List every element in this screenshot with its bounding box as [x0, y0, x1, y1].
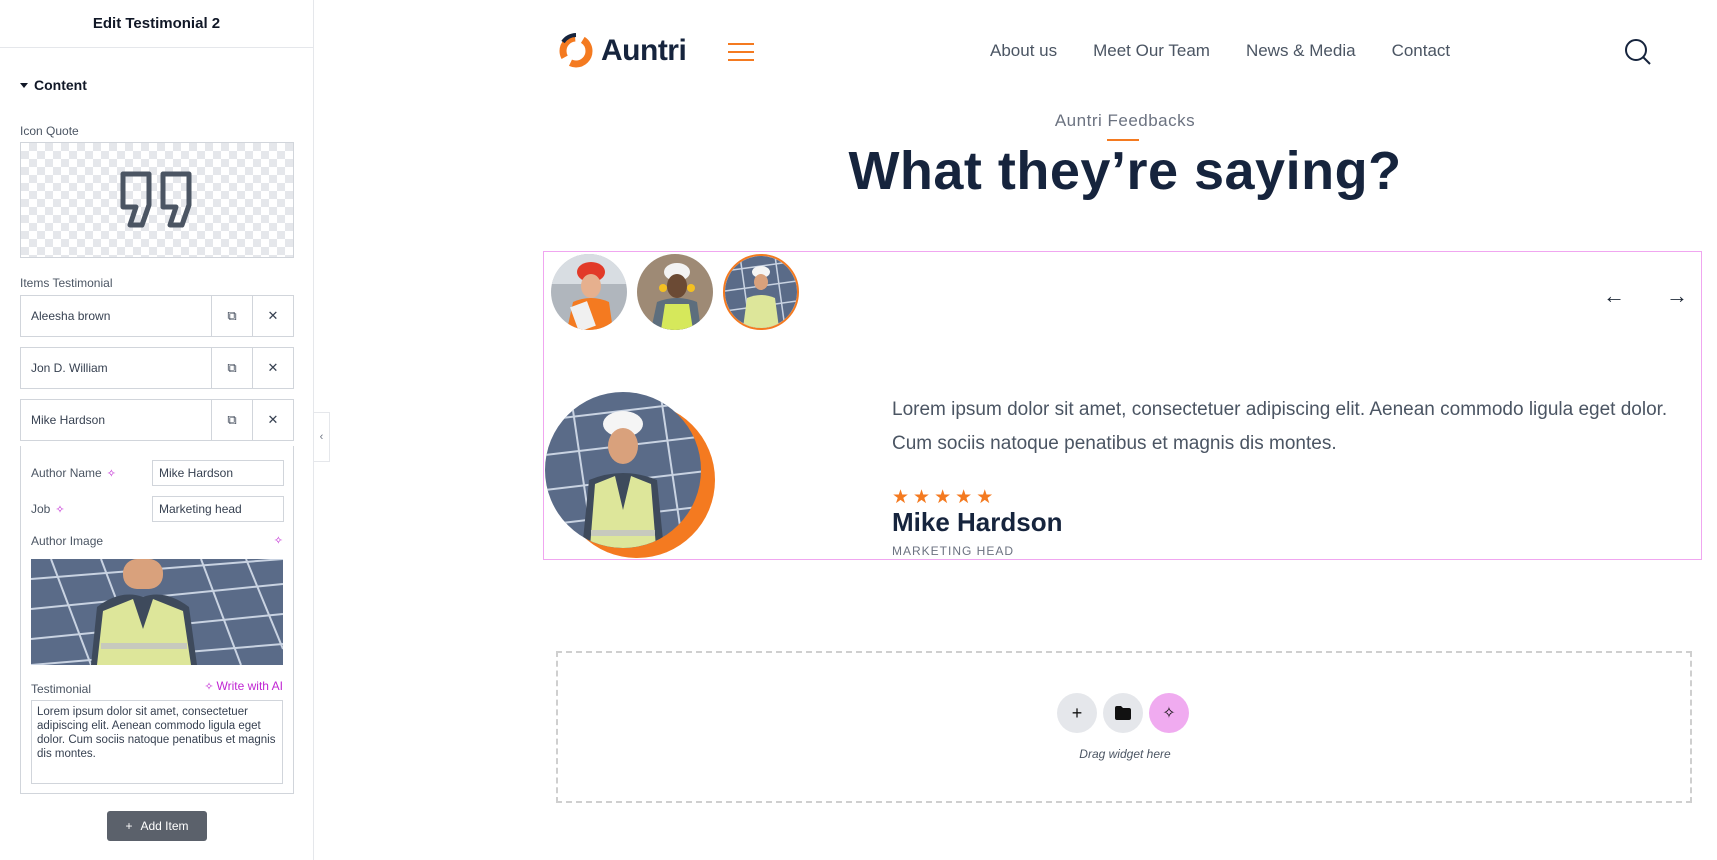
testimonial-label: Testimonial	[31, 682, 92, 696]
author-image-preview[interactable]	[31, 559, 283, 665]
testimonial-author-job: MARKETING HEAD	[892, 544, 1015, 558]
write-with-ai-label: Write with AI	[216, 679, 283, 693]
star-icon: ★	[934, 487, 953, 508]
testimonial-author-name: Mike Hardson	[892, 507, 1063, 537]
quote-icon	[120, 171, 192, 228]
ai-sparkle-icon: ✧	[204, 680, 214, 693]
testimonial-textarea[interactable]: Lorem ipsum dolor sit amet, consectetuer…	[31, 700, 283, 784]
author-main-avatar	[545, 392, 715, 558]
ai-sparkle-icon[interactable]: ✧	[55, 503, 64, 516]
job-label: Job ✧	[31, 502, 65, 516]
author-name-field[interactable]	[152, 460, 284, 486]
job-field[interactable]	[152, 496, 284, 522]
testimonial-quote: Lorem ipsum dolor sit amet, consectetuer…	[892, 399, 1668, 454]
repeater-item-title[interactable]: Aleesha brown	[21, 296, 211, 336]
logo-text: Auntri	[601, 34, 687, 67]
ai-sparkle-icon[interactable]: ✧	[274, 534, 283, 547]
duplicate-icon[interactable]: ⧉	[211, 296, 252, 336]
duplicate-icon[interactable]: ⧉	[211, 400, 252, 440]
testimonial-thumb-jon[interactable]	[637, 254, 713, 330]
close-icon[interactable]: ✕	[252, 348, 293, 388]
nav-about-us[interactable]: About us	[990, 41, 1057, 61]
repeater-item-title[interactable]: Jon D. William	[21, 348, 211, 388]
add-item-button[interactable]: + Add Item	[107, 811, 207, 841]
drag-widget-hint: Drag widget here	[1079, 747, 1171, 761]
repeater-item-title[interactable]: Mike Hardson	[21, 400, 211, 440]
close-icon[interactable]: ✕	[252, 296, 293, 336]
hamburger-menu-icon[interactable]	[728, 43, 754, 67]
repeater-item: Mike Hardson ⧉ ✕	[20, 399, 294, 441]
author-photo	[31, 559, 283, 665]
repeater-item: Aleesha brown ⧉ ✕	[20, 295, 294, 337]
section-eyebrow: Auntri Feedbacks	[1054, 111, 1196, 130]
nav-news-media[interactable]: News & Media	[1246, 41, 1356, 61]
testimonial-thumb-mike[interactable]	[723, 254, 799, 330]
panel-title: Edit Testimonial 2	[0, 0, 313, 48]
search-icon[interactable]	[1624, 38, 1652, 66]
author-name-label-text: Author Name	[31, 466, 102, 480]
items-testimonial-label: Items Testimonial	[20, 276, 113, 290]
nav-meet-our-team[interactable]: Meet Our Team	[1093, 41, 1210, 61]
section-title: What they’re saying?	[848, 141, 1402, 201]
prev-arrow-button[interactable]: ←	[1603, 283, 1625, 309]
ai-sparkle-icon: ✧	[1162, 705, 1176, 722]
plus-icon: +	[1071, 702, 1083, 723]
template-library-button[interactable]	[1103, 693, 1143, 733]
duplicate-icon[interactable]: ⧉	[211, 348, 252, 388]
author-name-label: Author Name ✧	[31, 466, 116, 480]
repeater-item-controls: Author Name ✧ Job ✧ Author Image ✧	[20, 446, 294, 794]
main-nav: About us Meet Our Team News & Media Cont…	[990, 41, 1450, 61]
ai-sparkle-icon[interactable]: ✧	[107, 467, 116, 480]
ai-generate-button[interactable]: ✧	[1149, 693, 1189, 733]
author-image-label: Author Image	[31, 534, 104, 548]
next-arrow-button[interactable]: →	[1666, 283, 1688, 309]
add-section-button[interactable]: +	[1057, 693, 1097, 733]
testimonial-main-photo	[545, 390, 715, 560]
plus-icon: +	[125, 819, 133, 833]
collapse-panel-button[interactable]: ‹	[314, 412, 330, 462]
job-label-text: Job	[31, 502, 51, 516]
avatar	[551, 254, 627, 330]
repeater-item: Jon D. William ⧉ ✕	[20, 347, 294, 389]
add-item-label: Add Item	[140, 819, 189, 833]
rating-stars: ★ ★ ★ ★ ★	[892, 486, 994, 509]
gear-logo-icon	[559, 33, 593, 68]
testimonial-thumb-aleesha[interactable]	[551, 254, 627, 330]
close-icon[interactable]: ✕	[252, 400, 293, 440]
avatar	[637, 254, 713, 330]
star-icon: ★	[913, 487, 932, 508]
star-icon: ★	[955, 487, 974, 508]
caret-down-icon	[20, 82, 28, 88]
section-label: Content	[34, 77, 87, 93]
icon-quote-picker[interactable]	[20, 142, 294, 258]
star-icon: ★	[892, 487, 911, 508]
nav-contact[interactable]: Contact	[1392, 41, 1451, 61]
site-logo[interactable]: Auntri	[555, 30, 687, 72]
write-with-ai-button[interactable]: ✧ Write with AI	[204, 679, 283, 693]
icon-quote-label: Icon Quote	[20, 124, 79, 138]
avatar	[725, 256, 797, 328]
star-icon: ★	[976, 487, 995, 508]
folder-icon	[1115, 706, 1131, 720]
editor-panel: Edit Testimonial 2 Content Icon Quote It…	[0, 0, 314, 860]
content-section-toggle[interactable]: Content	[20, 77, 87, 93]
